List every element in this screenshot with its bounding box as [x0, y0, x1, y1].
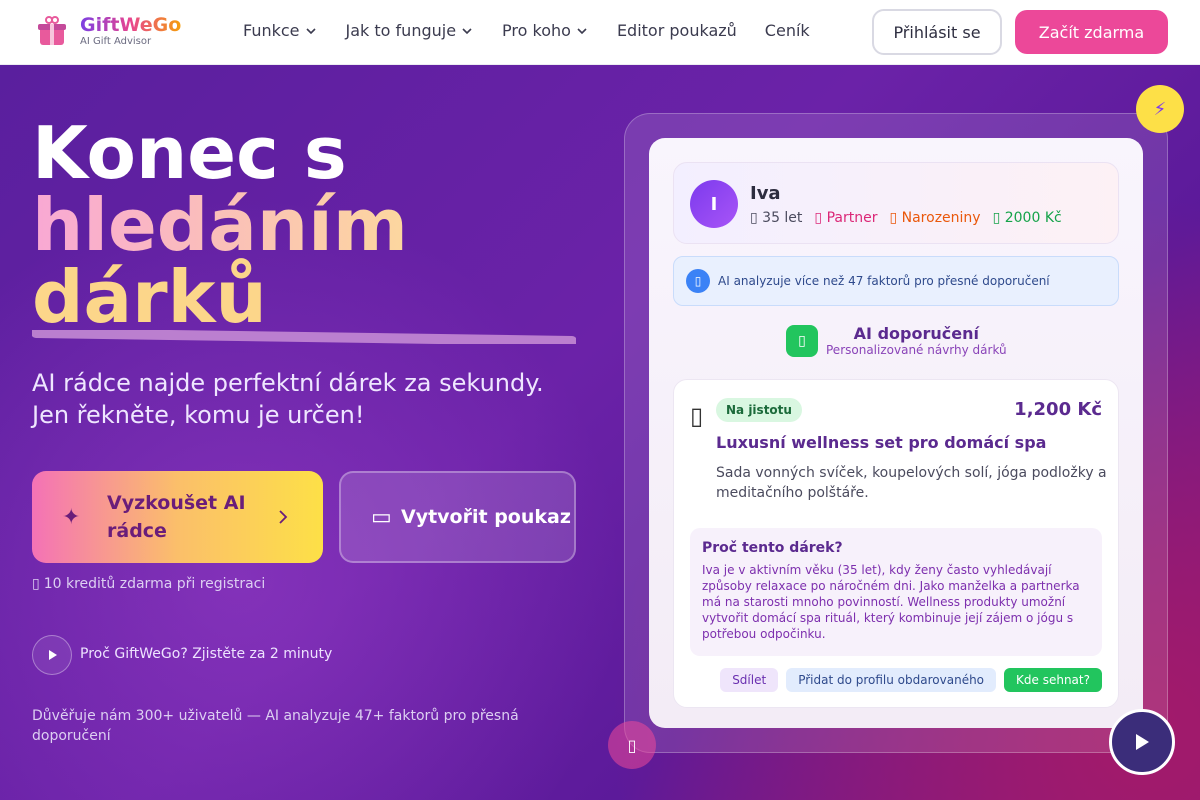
nav-item-pro-koho[interactable]: Pro koho — [502, 21, 589, 40]
gift-icon: ▯ — [32, 576, 40, 592]
gift-actions: Sdílet Přidat do profilu obdarovaného Kd… — [720, 668, 1102, 692]
nav-item-label: Jak to funguje — [345, 21, 457, 40]
brand-tagline: AI Gift Advisor — [80, 36, 152, 47]
add-to-profile-button[interactable]: Přidat do profilu obdarovaného — [786, 668, 997, 692]
cta-secondary-label: Vytvořit poukaz — [401, 506, 571, 528]
info-icon: ▯ — [686, 269, 710, 293]
recommendation-subtitle: Personalizované návrhy dárků — [826, 343, 1007, 357]
try-ai-advisor-button[interactable]: ✦ Vyzkoušet AI rádce — [32, 471, 323, 563]
avatar: I — [690, 180, 738, 228]
recipient-meta: ▯ 35 let ▯ Partner ▯ Narozeniny ▯ 2000 K… — [750, 210, 1062, 226]
sparkle-icon: ✦ — [62, 504, 81, 530]
reasoning-text: Iva je v aktivním věku (35 let), kdy žen… — [702, 563, 1080, 641]
gift-reasoning: Proč tento dárek? Iva je v aktivním věku… — [690, 528, 1102, 656]
hero-title: Konec s hledáním dárků — [32, 117, 408, 333]
nav-item-editor-poukazu[interactable]: Editor poukazů — [617, 21, 737, 40]
recipient-name: Iva — [750, 183, 781, 204]
free-credits-note: ▯ 10 kreditů zdarma při registraci — [32, 576, 265, 592]
ticket-icon: ▭ — [371, 504, 392, 530]
hero-title-line2: hledáním — [32, 183, 408, 267]
chevron-down-icon — [462, 27, 472, 34]
recipient-profile: I Iva ▯ 35 let ▯ Partner ▯ Narozeniny ▯ … — [673, 162, 1119, 244]
share-button[interactable]: Sdílet — [720, 668, 779, 692]
chevron-down-icon — [305, 27, 316, 34]
hero-section: Konec s hledáním dárků AI rádce najde pe… — [0, 65, 1200, 800]
floating-gift-icon: ▯ — [608, 721, 656, 769]
recommendation-card: I Iva ▯ 35 let ▯ Partner ▯ Narozeniny ▯ … — [649, 138, 1143, 728]
top-navbar: GiftWeGo AI Gift Advisor Funkce Jak to f… — [0, 0, 1200, 65]
confidence-badge: Na jistotu — [716, 398, 802, 422]
nav-item-label: Pro koho — [502, 21, 571, 40]
trust-statement: Důvěřuje nám 300+ uživatelů — AI analyzu… — [32, 708, 519, 744]
nav-item-label: Editor poukazů — [616, 21, 737, 40]
create-voucher-button[interactable]: ▭ Vytvořit poukaz — [339, 471, 576, 563]
gift-box-icon: ▯ — [786, 324, 818, 357]
nav-item-label: Funkce — [243, 21, 300, 40]
budget-tag: ▯ 2000 Kč — [992, 210, 1062, 226]
gift-title: Luxusní wellness set pro domácí spa — [716, 433, 1047, 452]
gift-category-icon: ▯ — [690, 402, 704, 430]
cta-primary-label: Vyzkoušet AI rádce — [107, 492, 246, 542]
hero-title-line1: Konec s — [32, 111, 347, 195]
gift-price: 1,200 Kč — [1014, 399, 1102, 420]
recommendation-header: ▯ AI doporučení Personalizované návrhy d… — [786, 324, 1007, 357]
brand-name: GiftWeGo — [80, 14, 182, 36]
recommendation-title: AI doporučení — [853, 324, 979, 343]
floating-play-button[interactable] — [1109, 709, 1175, 775]
relation-tag: ▯ Partner — [814, 210, 878, 226]
ai-info-text: AI analyzuje více než 47 faktorů pro pře… — [718, 274, 1050, 288]
nav-item-jak-to-funguje[interactable]: Jak to funguje — [346, 21, 475, 40]
hero-subtitle: AI rádce najde perfektní dárek za sekund… — [32, 369, 544, 429]
brand[interactable]: GiftWeGo AI Gift Advisor — [38, 14, 181, 48]
nav-item-label: Ceník — [764, 21, 810, 40]
nav-menu: Funkce Jak to funguje Pro koho Editor po… — [243, 21, 810, 40]
nav-item-cenik[interactable]: Ceník — [765, 21, 810, 40]
gift-description: Sada vonných svíček, koupelových solí, j… — [716, 465, 1107, 501]
chevron-down-icon — [577, 27, 587, 34]
ai-info-banner: ▯ AI analyzuje více než 47 faktorů pro p… — [673, 256, 1119, 306]
gift-logo-icon — [38, 15, 66, 47]
chevron-right-icon — [279, 510, 288, 524]
play-icon — [1136, 734, 1149, 750]
hero-title-line3: dárků — [32, 255, 267, 339]
reasoning-title: Proč tento dárek? — [702, 540, 843, 556]
start-free-button[interactable]: Začít zdarma — [1015, 10, 1168, 54]
age-tag: ▯ 35 let — [750, 210, 803, 226]
login-button[interactable]: Přihlásit se — [872, 9, 1002, 55]
nav-item-funkce[interactable]: Funkce — [243, 21, 318, 40]
play-icon — [49, 650, 57, 660]
where-to-buy-button[interactable]: Kde sehnat? — [1004, 668, 1102, 692]
occasion-tag: ▯ Narozeniny — [889, 210, 981, 226]
credits-text: 10 kreditů zdarma při registraci — [43, 576, 266, 592]
play-video-button[interactable] — [32, 635, 72, 675]
why-giftwego-link[interactable]: Proč GiftWeGo? Zjistěte za 2 minuty — [80, 646, 332, 662]
title-underline-decoration — [32, 330, 576, 344]
lightning-icon: ⚡ — [1136, 85, 1184, 133]
gift-suggestion: ▯ Na jistotu 1,200 Kč Luxusní wellness s… — [673, 379, 1119, 708]
